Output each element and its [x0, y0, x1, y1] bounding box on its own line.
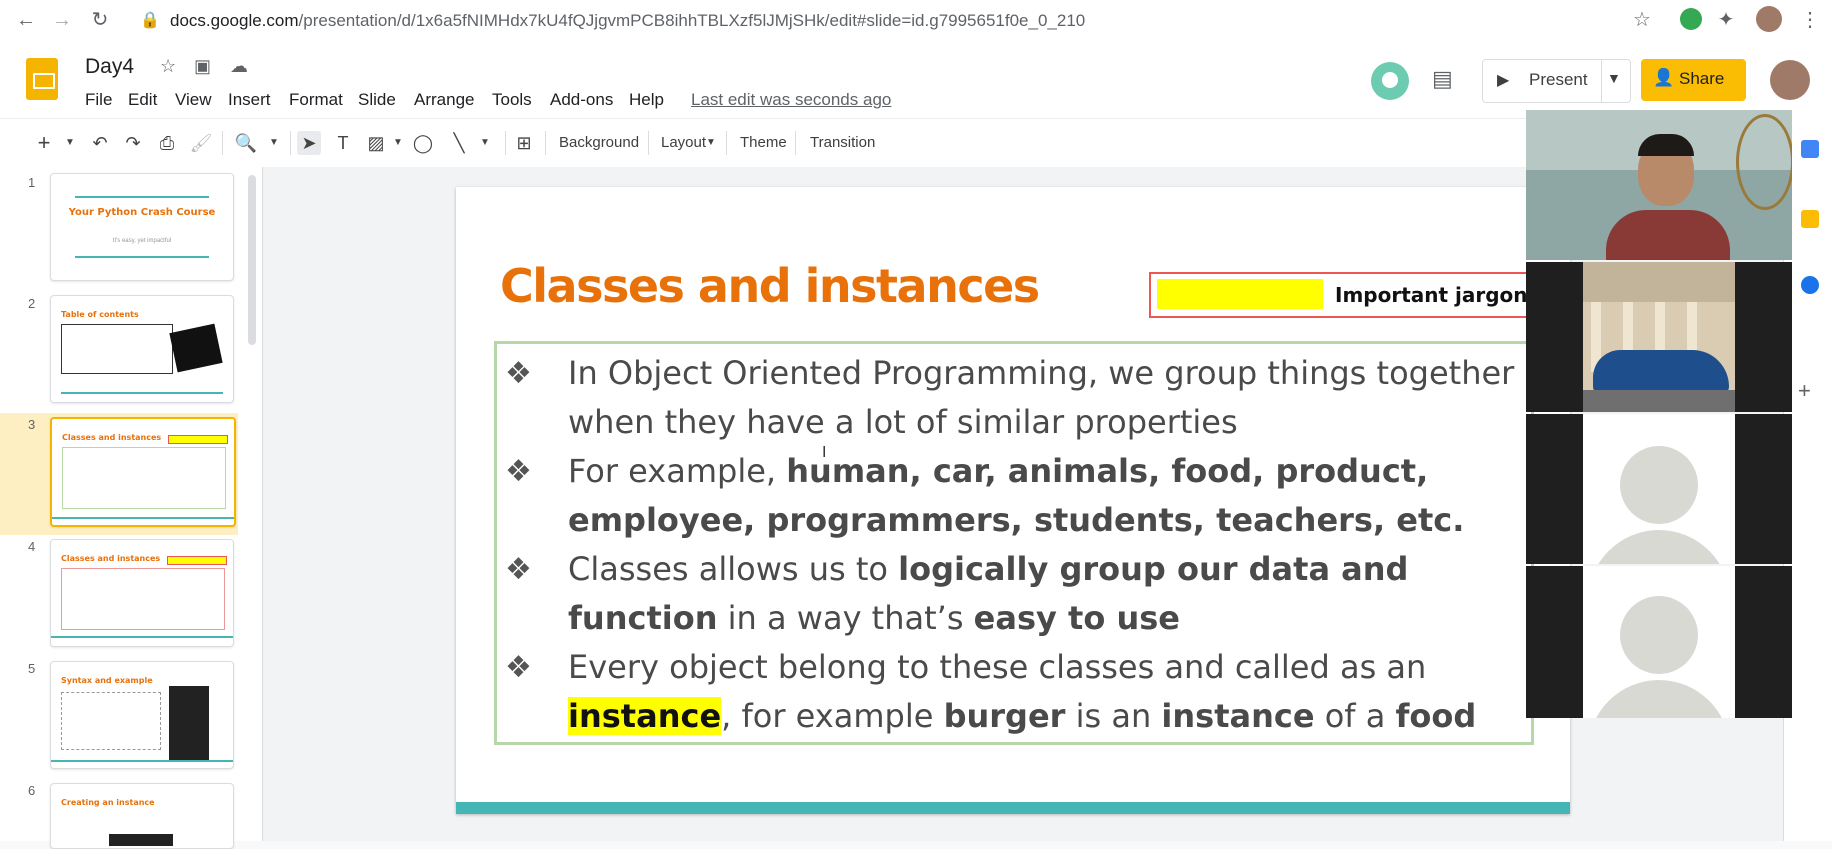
new-slide-icon[interactable]: + [32, 131, 56, 155]
reload-icon[interactable]: ↻ [88, 8, 112, 32]
menu-slide[interactable]: Slide [358, 90, 396, 110]
back-icon[interactable]: ← [14, 8, 38, 32]
extensions-icon[interactable]: ✦ [1714, 8, 1738, 32]
bullet-text: Every object belong to these classes and… [568, 648, 1477, 735]
cloud-status-icon: ☁ [230, 56, 248, 76]
slide-thumbnail-4[interactable]: Classes and instances [50, 539, 234, 647]
keep-icon[interactable] [1801, 210, 1819, 228]
person-icon [1620, 596, 1698, 674]
cursor-icon[interactable]: ➤ [297, 131, 321, 155]
filmstrip-scrollbar[interactable] [248, 175, 256, 345]
lock-icon: 🔒 [140, 12, 160, 29]
menu-tools[interactable]: Tools [492, 90, 532, 110]
slide-number: 5 [28, 661, 36, 676]
zoom-icon[interactable]: 🔍 [234, 131, 258, 155]
slide-thumbnail-1[interactable]: Your Python Crash Course It's easy, yet … [50, 173, 234, 281]
menu-file[interactable]: File [85, 90, 112, 110]
menu-arrange[interactable]: Arrange [414, 90, 474, 110]
menu-icon[interactable]: ⋮ [1798, 8, 1822, 32]
video-tile-participant[interactable] [1526, 566, 1792, 718]
line-icon[interactable]: ╲ [447, 131, 471, 155]
image-icon[interactable]: ▨ [364, 131, 388, 155]
menu-format[interactable]: Format [289, 90, 343, 110]
url-text: docs.google.com/presentation/d/1x6a5fNIM… [170, 11, 1086, 30]
document-title[interactable]: Day4 [85, 55, 134, 79]
jargon-label: Important jargon! [1335, 283, 1537, 307]
slide-number: 6 [28, 783, 36, 798]
bullet-text: For example, human, car, animals, food, … [568, 452, 1465, 539]
chevron-down-icon[interactable]: ▼ [1607, 70, 1621, 86]
person-icon [1620, 446, 1698, 524]
chevron-down-icon[interactable]: ▼ [262, 131, 286, 155]
undo-icon[interactable]: ↶ [88, 131, 112, 155]
slide-thumbnail-6[interactable]: Creating an instance [50, 783, 234, 849]
slide-number: 1 [28, 175, 36, 190]
grammarly-icon[interactable] [1680, 8, 1702, 30]
add-addon-icon[interactable]: + [1798, 378, 1811, 404]
comment-icon[interactable]: ▤ [1432, 66, 1453, 92]
video-tile-participant[interactable] [1526, 414, 1792, 564]
account-avatar[interactable] [1770, 60, 1810, 100]
slide-number: 2 [28, 296, 36, 311]
menu-view[interactable]: View [175, 90, 212, 110]
current-slide[interactable]: Classes and instances Important jargon! … [456, 187, 1570, 814]
bullet-text: In Object Oriented Programming, we group… [568, 354, 1515, 441]
highlight-swatch [1157, 279, 1323, 309]
chevron-down-icon[interactable]: ▼ [473, 131, 497, 155]
background-button[interactable]: Background [559, 134, 639, 151]
transition-button[interactable]: Transition [810, 134, 875, 151]
move-folder-icon[interactable]: ▣ [194, 56, 211, 77]
menu-addons[interactable]: Add-ons [550, 90, 613, 110]
menu-help[interactable]: Help [629, 90, 664, 110]
calendar-icon[interactable] [1801, 140, 1819, 158]
chevron-down-icon[interactable]: ▼ [706, 137, 716, 148]
textbox-icon[interactable]: T [331, 131, 355, 155]
layout-button[interactable]: Layout [661, 134, 706, 151]
share-button[interactable]: 👤 Share [1641, 59, 1746, 101]
theme-button[interactable]: Theme [740, 134, 787, 151]
slide-number: 4 [28, 539, 36, 554]
video-tile-car[interactable] [1526, 262, 1792, 412]
bullet-text: Classes allows us to logically group our… [568, 550, 1409, 637]
video-tile-presenter[interactable] [1526, 110, 1792, 260]
slide-filmstrip: 1 Your Python Crash Course It's easy, ye… [0, 167, 263, 849]
shape-icon[interactable]: ◯ [411, 131, 435, 155]
collaborator-avatar[interactable] [1371, 62, 1409, 100]
address-bar[interactable]: 🔒 docs.google.com/presentation/d/1x6a5fN… [136, 5, 1676, 35]
redo-icon[interactable]: ↷ [121, 131, 145, 155]
bullet-content-box[interactable]: ❖ In Object Oriented Programming, we gro… [494, 341, 1534, 745]
star-icon[interactable]: ☆ [160, 56, 176, 77]
slides-logo[interactable] [26, 58, 58, 100]
profile-avatar[interactable] [1756, 6, 1782, 32]
slide-thumbnail-5[interactable]: Syntax and example [50, 661, 234, 769]
slide-footer-bar [456, 802, 1570, 814]
person-icon [1382, 72, 1398, 88]
add-comment-icon[interactable]: ⊞ [512, 131, 536, 155]
forward-icon[interactable]: → [50, 8, 74, 32]
slide-number: 3 [28, 417, 36, 432]
diamond-bullet-icon: ❖ [505, 552, 532, 587]
menu-edit[interactable]: Edit [128, 90, 157, 110]
present-button[interactable]: ▶ Present ▼ [1482, 59, 1631, 103]
slide-thumbnail-3[interactable]: Classes and instances [50, 417, 236, 527]
slide-thumbnail-2[interactable]: Table of contents [50, 295, 234, 403]
diamond-bullet-icon: ❖ [505, 454, 532, 489]
present-icon: ▶ [1497, 72, 1510, 89]
star-icon[interactable]: ☆ [1630, 8, 1654, 32]
menu-insert[interactable]: Insert [228, 90, 271, 110]
person-add-icon: 👤 [1653, 68, 1675, 87]
last-edit-link[interactable]: Last edit was seconds ago [691, 90, 891, 110]
print-icon[interactable]: ⎙ [155, 131, 179, 155]
browser-toolbar: ← → ↻ 🔒 docs.google.com/presentation/d/1… [0, 0, 1832, 41]
tasks-icon[interactable] [1801, 276, 1819, 294]
jargon-legend[interactable]: Important jargon! [1149, 272, 1537, 318]
text-cursor-icon: I [822, 444, 827, 461]
diamond-bullet-icon: ❖ [505, 650, 532, 685]
diamond-bullet-icon: ❖ [505, 356, 532, 391]
slide-title[interactable]: Classes and instances [500, 259, 1040, 313]
paint-format-icon[interactable]: 🖌 [189, 131, 213, 155]
chevron-down-icon[interactable]: ▼ [58, 131, 82, 155]
chevron-down-icon[interactable]: ▼ [386, 131, 410, 155]
